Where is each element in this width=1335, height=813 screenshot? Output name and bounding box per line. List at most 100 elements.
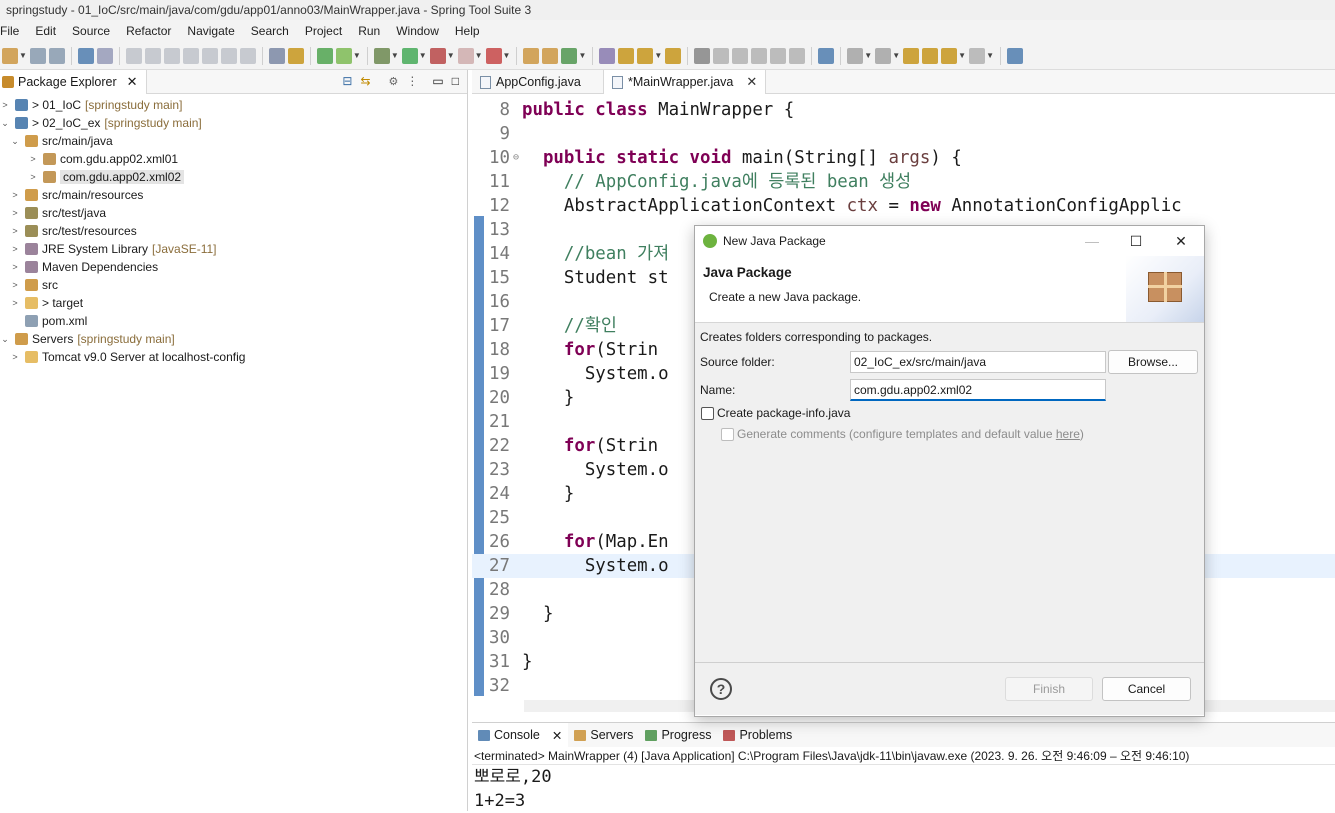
globe-icon[interactable] [818, 47, 835, 64]
chevron-down-icon[interactable]: ▼ [503, 51, 511, 60]
chevron-down-icon[interactable]: ▼ [447, 51, 455, 60]
chevron-right-icon[interactable]: > [10, 226, 20, 236]
chevron-right-icon[interactable]: > [0, 100, 10, 110]
dialog-close-button[interactable]: ✕ [1158, 226, 1204, 256]
tab-package-explorer[interactable]: Package Explorer ✕ [0, 70, 147, 94]
chevron-right-icon[interactable]: > [10, 190, 20, 200]
tab-console[interactable]: Console ✕ [472, 723, 569, 747]
tree-item-maven-dependencies[interactable]: > Maven Dependencies [0, 258, 467, 276]
console-output[interactable]: 뽀로로,20 1+2=3 [472, 765, 1335, 813]
tree-item-src-main-resources[interactable]: > src/main/resources [0, 186, 467, 204]
step-return-icon[interactable] [239, 47, 256, 64]
tab-problems[interactable]: Problems [717, 723, 798, 747]
suspend-icon[interactable] [144, 47, 161, 64]
chevron-down-icon[interactable]: ▼ [19, 51, 27, 60]
close-icon[interactable]: ✕ [746, 74, 757, 90]
dialog-maximize-button[interactable]: ☐ [1113, 226, 1159, 256]
step-over-icon[interactable] [220, 47, 237, 64]
tree-item-src-test-java[interactable]: > src/test/java [0, 204, 467, 222]
tab-appconfig-java[interactable]: AppConfig.java [472, 70, 604, 94]
chevron-down-icon[interactable]: ▼ [578, 51, 586, 60]
save-all-icon[interactable] [48, 47, 65, 64]
chevron-down-icon[interactable]: ▼ [986, 51, 994, 60]
spring-icon[interactable] [335, 47, 352, 64]
help-icon[interactable]: ? [710, 678, 732, 700]
close-icon[interactable]: ✕ [127, 74, 138, 90]
chevron-down-icon[interactable]: ▼ [353, 51, 361, 60]
stop-icon[interactable] [457, 47, 474, 64]
chevron-right-icon[interactable]: > [28, 154, 38, 164]
code-line[interactable]: 10 ⊖ public static void main(String[] arg… [472, 146, 1335, 170]
new-package-icon[interactable] [542, 47, 559, 64]
chevron-down-icon[interactable]: ▼ [892, 51, 900, 60]
tree-item-pom-xml[interactable]: pom.xml [0, 312, 467, 330]
close-icon[interactable]: ✕ [552, 728, 562, 743]
boot-dashboard-icon[interactable] [316, 47, 333, 64]
menu-help[interactable]: Help [447, 24, 488, 38]
chevron-right-icon[interactable]: > [28, 172, 38, 182]
menu-search[interactable]: Search [243, 24, 297, 38]
menu-project[interactable]: Project [297, 24, 350, 38]
annotation-icon[interactable] [713, 47, 730, 64]
show-whitespace-icon[interactable] [770, 47, 787, 64]
run-icon[interactable] [401, 47, 418, 64]
open-task-icon[interactable] [618, 47, 635, 64]
save-icon[interactable] [29, 47, 46, 64]
chevron-down-icon[interactable]: ▼ [391, 51, 399, 60]
new-icon[interactable] [2, 47, 18, 64]
open-resource-icon[interactable] [665, 47, 682, 64]
debug-icon[interactable] [373, 47, 390, 64]
forward-icon[interactable] [969, 47, 986, 64]
resume-icon[interactable] [125, 47, 142, 64]
source-folder-field[interactable]: 02_IoC_ex/src/main/java [850, 351, 1106, 373]
chevron-right-icon[interactable]: > [10, 298, 20, 308]
tree-item-project-02-ioc-ex[interactable]: ⌄ > 02_IoC_ex [springstudy main] [0, 114, 467, 132]
menu-refactor[interactable]: Refactor [118, 24, 179, 38]
external-tools-icon[interactable] [287, 47, 304, 64]
back-icon[interactable] [941, 47, 958, 64]
disconnect-icon[interactable] [182, 47, 199, 64]
tree-item-src-main-java[interactable]: ⌄ src/main/java [0, 132, 467, 150]
menu-navigate[interactable]: Navigate [179, 24, 242, 38]
view-menu-icon[interactable]: ⋮ [406, 74, 418, 88]
tab-servers[interactable]: Servers [568, 723, 639, 747]
open-type-icon[interactable] [599, 47, 616, 64]
tree-item-target-folder[interactable]: > > target [0, 294, 467, 312]
package-name-field[interactable]: com.gdu.app02.xml02 [850, 379, 1106, 401]
filter-icon[interactable]: ⚙ [389, 75, 399, 88]
step-into-icon[interactable] [201, 47, 218, 64]
menu-source[interactable]: Source [64, 24, 118, 38]
chevron-right-icon[interactable]: > [10, 352, 20, 362]
maximize-icon[interactable]: □ [452, 74, 459, 88]
code-line[interactable]: 12 AbstractApplicationContext ctx = new … [472, 194, 1335, 218]
chevron-right-icon[interactable]: > [10, 208, 20, 218]
chevron-down-icon[interactable]: ⌄ [0, 334, 10, 345]
chevron-down-icon[interactable]: ⌄ [0, 118, 10, 129]
chevron-down-icon[interactable]: ▼ [864, 51, 872, 60]
tab-mainwrapper-java[interactable]: *MainWrapper.java ✕ [604, 70, 767, 94]
tree-item-jre-system-library[interactable]: > JRE System Library [JavaSE-11] [0, 240, 467, 258]
next-annotation-icon[interactable] [847, 47, 864, 64]
tree-item-src-folder[interactable]: > src [0, 276, 467, 294]
collapse-all-icon[interactable]: ⊟ [342, 74, 352, 88]
menu-window[interactable]: Window [388, 24, 447, 38]
tree-item-package-xml02[interactable]: > com.gdu.app02.xml02 [0, 168, 467, 186]
toggle-mark-icon[interactable] [694, 47, 711, 64]
terminate-icon[interactable] [163, 47, 180, 64]
tree-item-tomcat-config[interactable]: > Tomcat v9.0 Server at localhost-config [0, 348, 467, 366]
prev-annotation-icon[interactable] [875, 47, 892, 64]
browse-button[interactable]: Browse... [1108, 350, 1198, 374]
chevron-right-icon[interactable]: > [10, 280, 20, 290]
chevron-right-icon[interactable]: > [10, 262, 20, 272]
console-icon[interactable] [77, 47, 94, 64]
chevron-down-icon[interactable]: ▼ [958, 51, 966, 60]
chevron-down-icon[interactable]: ⌄ [10, 136, 20, 147]
tree-item-servers-project[interactable]: ⌄ Servers [springstudy main] [0, 330, 467, 348]
tree-item-package-xml01[interactable]: > com.gdu.app02.xml01 [0, 150, 467, 168]
code-line[interactable]: 8 public class MainWrapper { [472, 98, 1335, 122]
code-line[interactable]: 9 [472, 122, 1335, 146]
create-package-info-checkbox[interactable] [701, 407, 714, 420]
word-wrap-icon[interactable] [789, 47, 806, 64]
block-selection-icon[interactable] [751, 47, 768, 64]
coverage-icon[interactable] [429, 47, 446, 64]
